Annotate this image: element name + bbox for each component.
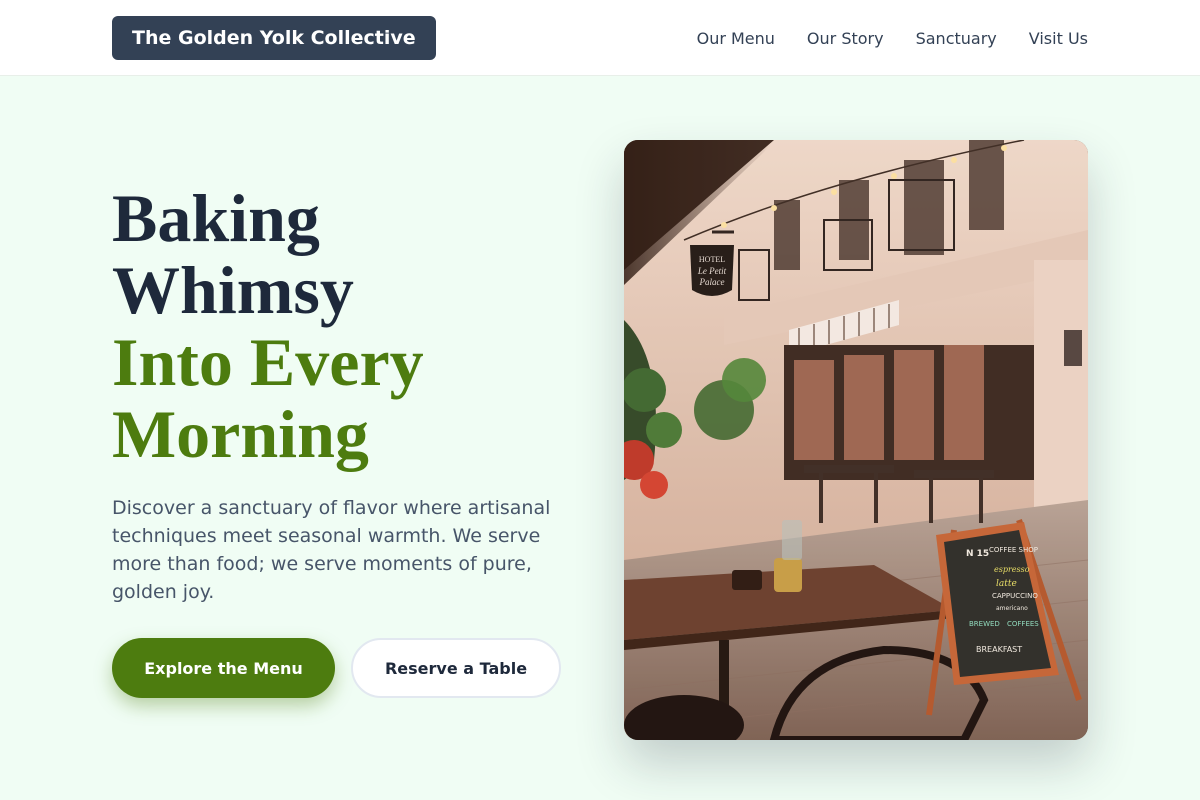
brand-logo[interactable]: The Golden Yolk Collective: [112, 16, 436, 60]
hero-title-line-3: Into Every: [112, 324, 424, 400]
reserve-table-button[interactable]: Reserve a Table: [351, 638, 561, 698]
hero-title-line-4: Morning: [112, 396, 369, 472]
hero-title-line-1: Baking: [112, 180, 320, 256]
nav-link-our-story[interactable]: Our Story: [807, 29, 884, 48]
cafe-street-illustration: HOTEL Le Petit Palace N 15 COFFEE SHOP e…: [624, 140, 1088, 740]
site-header: The Golden Yolk Collective Our Menu Our …: [0, 0, 1200, 76]
nav-link-our-menu[interactable]: Our Menu: [697, 29, 775, 48]
hero-title-line-2: Whimsy: [112, 252, 354, 328]
hero-description: Discover a sanctuary of flavor where art…: [112, 497, 551, 603]
main-nav: Our Menu Our Story Sanctuary Visit Us: [697, 0, 1088, 76]
nav-link-sanctuary[interactable]: Sanctuary: [916, 29, 997, 48]
hero-title: Baking Whimsy Into Every Morning: [112, 182, 592, 470]
hero-cafe-image: HOTEL Le Petit Palace N 15 COFFEE SHOP e…: [624, 140, 1088, 740]
explore-menu-button[interactable]: Explore the Menu: [112, 638, 335, 698]
nav-link-visit-us[interactable]: Visit Us: [1029, 29, 1088, 48]
